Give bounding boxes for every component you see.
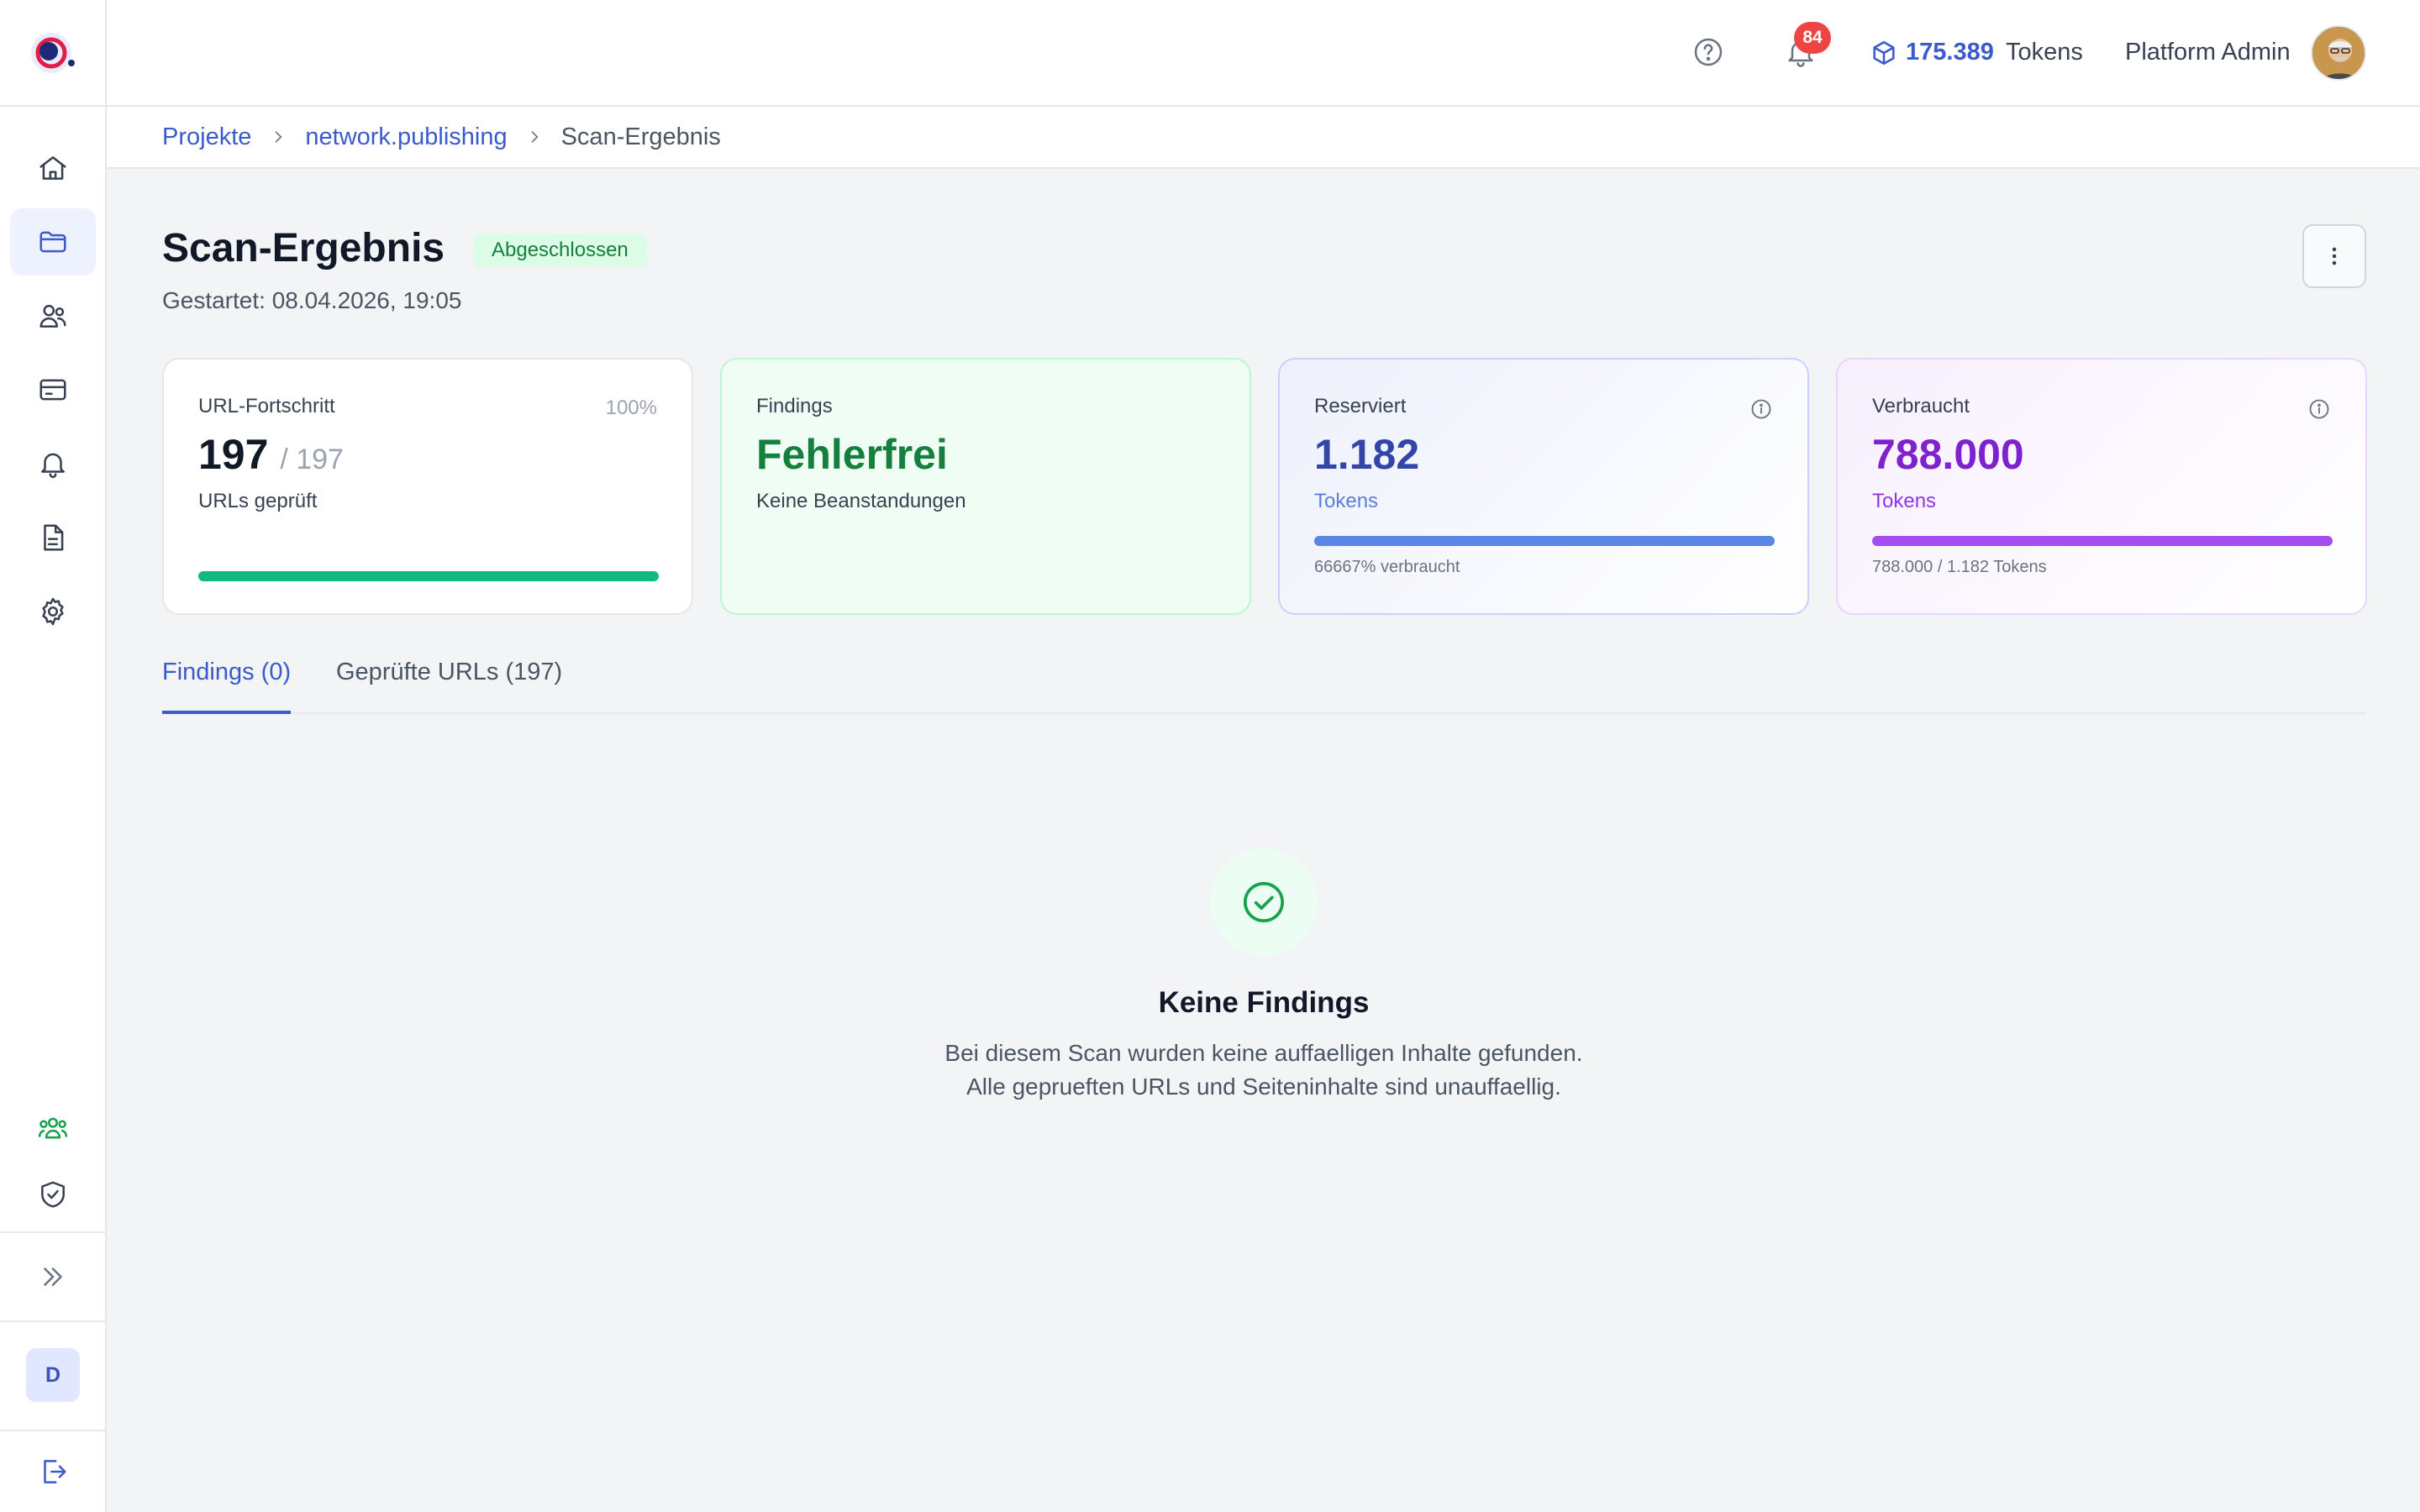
more-options-button[interactable] [2302, 224, 2366, 288]
info-icon[interactable] [2307, 397, 2331, 421]
avatar-photo-icon [2312, 27, 2365, 79]
card-label: Reserviert [1314, 395, 1407, 417]
card-sub: Tokens [1872, 490, 1937, 512]
chevron-right-icon [276, 131, 282, 143]
status-badge: Abgeschlossen [473, 234, 647, 267]
nav-reports[interactable] [10, 504, 96, 571]
users-icon [39, 304, 66, 328]
breadcrumb: Projekte network.publishing Scan-Ergebni… [107, 107, 2420, 169]
reserved-value: 1.182 [1314, 431, 1420, 478]
progress-total: / 197 [280, 444, 344, 475]
team-icon [38, 1117, 68, 1139]
breadcrumb-projects[interactable]: Projekte [162, 123, 251, 151]
chevron-right-icon [531, 131, 539, 143]
progress-bar-fill [198, 571, 659, 581]
consumed-card: Verbraucht 788.000 Tokens 788.000 / 1.18… [1836, 358, 2367, 615]
consumed-bar [1872, 536, 2333, 546]
empty-state-icon-wrap [1210, 848, 1318, 956]
consumed-note: 788.000 / 1.182 Tokens [1872, 558, 2047, 576]
user-name[interactable]: Platform Admin [2125, 39, 2291, 66]
breadcrumb-project[interactable]: network.publishing [305, 123, 507, 151]
more-vertical-icon [2332, 247, 2337, 265]
progress-percent: 100% [605, 396, 657, 419]
expand-icon [44, 1268, 62, 1286]
empty-state-text: Bei diesem Scan wurden keine auffaellige… [944, 1040, 1583, 1100]
app-logo[interactable] [0, 0, 105, 107]
sidebar: D [0, 0, 107, 1512]
topbar: 84 175.389 Tokens Platform Admin [107, 0, 2420, 107]
tabs: Findings (0) Geprüfte URLs (197) [162, 647, 2366, 714]
card-sub: Tokens [1314, 490, 1379, 512]
nav-settings[interactable] [10, 578, 96, 645]
sidebar-divider [0, 1430, 105, 1431]
sidebar-expand-button[interactable] [10, 1243, 96, 1310]
user-avatar[interactable] [2311, 25, 2366, 81]
card-label: URL-Fortschritt [198, 395, 335, 417]
page-title: Scan-Ergebnis [162, 226, 445, 270]
logout-button[interactable] [10, 1438, 96, 1505]
reserved-card: Reserviert 1.182 Tokens 66667% verbrauch… [1278, 358, 1809, 615]
token-cube-icon [1873, 40, 1895, 66]
home-icon [39, 156, 66, 180]
reserved-bar [1314, 536, 1775, 546]
folder-icon [39, 231, 66, 253]
reserved-note: 66667% verbraucht [1314, 558, 1460, 576]
notification-count-badge: 84 [1794, 22, 1831, 54]
findings-value: Fehlerfrei [756, 431, 948, 478]
progress-value: 197 / 197 [198, 430, 344, 479]
progress-bar [198, 571, 659, 581]
nav-projects[interactable] [10, 208, 96, 276]
findings-card: Findings Fehlerfrei Keine Beanstandungen [720, 358, 1251, 615]
info-icon[interactable] [1749, 397, 1773, 421]
consumed-bar-fill [1872, 536, 2333, 546]
logout-icon [44, 1460, 66, 1483]
tab-findings[interactable]: Findings (0) [162, 659, 292, 714]
url-progress-card: URL-Fortschritt 100% 197 / 197 URLs gepr… [162, 358, 693, 615]
tab-checked-urls[interactable]: Geprüfte URLs (197) [336, 659, 562, 714]
sidebar-divider [0, 1320, 105, 1322]
gear-icon [42, 597, 64, 626]
shield-check-icon [41, 1181, 65, 1208]
help-icon[interactable] [1691, 35, 1725, 69]
started-timestamp: Gestartet: 08.04.2026, 19:05 [162, 287, 462, 313]
sidebar-divider [0, 1231, 105, 1233]
logo-icon [30, 32, 75, 73]
user-avatar-initial[interactable]: D [26, 1348, 80, 1402]
credit-card-icon [39, 379, 66, 401]
nav-users[interactable] [10, 282, 96, 349]
empty-state-title: Keine Findings [1158, 986, 1370, 1019]
reserved-bar-fill [1314, 536, 1775, 546]
nav-billing[interactable] [10, 356, 96, 423]
check-circle-icon [1243, 881, 1285, 923]
consumed-value: 788.000 [1872, 431, 2024, 478]
card-label: Verbraucht [1872, 395, 1970, 417]
document-icon [44, 524, 64, 551]
nav-security[interactable] [10, 1161, 96, 1228]
progress-count: 197 [198, 431, 269, 478]
bell-icon [41, 453, 65, 479]
card-sub: URLs geprüft [198, 490, 318, 512]
nav-home[interactable] [10, 134, 96, 202]
nav-team[interactable] [10, 1095, 96, 1162]
card-sub: Keine Beanstandungen [756, 490, 966, 512]
token-balance: 175.389 [1906, 39, 1994, 66]
token-label: Tokens [2006, 39, 2083, 66]
card-label: Findings [756, 395, 833, 417]
nav-notifications[interactable] [10, 430, 96, 497]
breadcrumb-current: Scan-Ergebnis [560, 123, 721, 150]
